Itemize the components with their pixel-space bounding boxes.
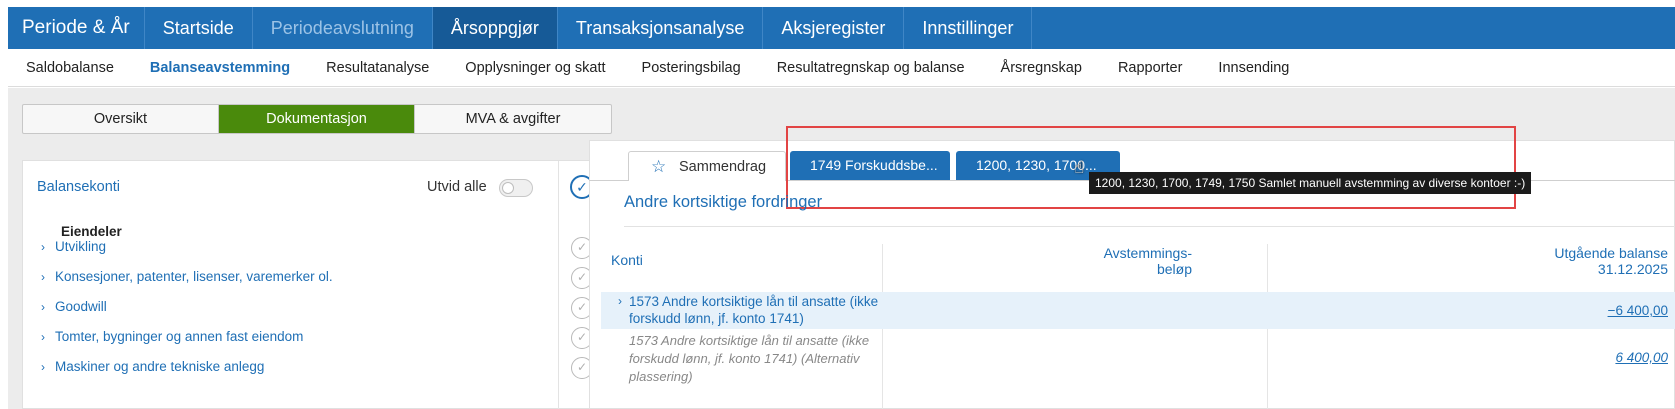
tab-tooltip: 1200, 1230, 1700, 1749, 1750 Samlet manu… [1089,172,1532,194]
account-row[interactable]: › Utvikling [41,239,106,259]
account-label: Maskiner og andre tekniske anlegg [55,359,265,374]
nav-innstillinger[interactable]: Innstillinger [904,7,1033,49]
nav-period-year[interactable]: Periode & År [8,7,145,49]
account-label: Goodwill [55,299,107,314]
account-row[interactable]: › Maskiner og andre tekniske anlegg [41,359,264,379]
row-amount-link[interactable]: 6 400,00 [1615,350,1668,365]
subnav-opplysninger[interactable]: Opplysninger og skatt [465,60,605,76]
section-heading: Eiendeler [61,224,122,239]
view-switcher: Oversikt Dokumentasjon MVA & avgifter [22,104,612,134]
nav-periodeavslutning[interactable]: Periodeavslutning [253,7,433,49]
header-line: beløp [1156,261,1192,277]
account-row[interactable]: › Tomter, bygninger og annen fast eiendom [41,329,303,349]
account-label: Tomter, bygninger og annen fast eiendom [55,329,304,344]
account-row[interactable]: › Konsesjoner, patenter, lisenser, vareme… [41,269,333,289]
panel-divider [558,161,559,409]
group-divider [624,226,1675,227]
nav-transaksjonsanalyse[interactable]: Transaksjonsanalyse [558,7,764,49]
header-konti[interactable]: Konti [611,252,643,268]
row-amount-link[interactable]: −6 400,00 [1608,303,1668,318]
subnav-saldobalanse[interactable]: Saldobalanse [26,60,114,76]
expand-all-toggle[interactable] [499,179,533,197]
accounts-panel: Balansekonti Utvid alle ✓ Eiendeler › Utv… [22,160,614,409]
tab-dokumentasjon[interactable]: Dokumentasjon [219,105,415,133]
chevron-right-icon: › [41,240,45,254]
subnav-rapporter[interactable]: Rapporter [1118,60,1182,76]
account-label: Konsesjoner, patenter, lisenser, varemer… [55,269,333,284]
header-line: Utgående balanse [1554,245,1668,261]
annotation-highlight-box [786,126,1516,209]
chevron-right-icon: › [41,270,45,284]
account-label: Utvikling [55,239,107,254]
header-utgaende-balanse[interactable]: Utgående balanse 31.12.2025 [1554,245,1668,277]
header-avstemmingsbelop[interactable]: Avstemmings- beløp [1104,245,1192,277]
header-line: Avstemmings- [1103,245,1192,261]
header-line: 31.12.2025 [1597,261,1668,277]
chevron-right-icon: › [41,360,45,374]
group-title: Andre kortsiktige fordringer [624,193,823,211]
panel-title: Balansekonti [37,179,121,195]
sub-navigation: Saldobalanse Balanseavstemming Resultata… [8,49,1675,87]
nav-arsoppgjor[interactable]: Årsoppgjør [432,7,558,49]
toggle-knob [502,182,514,194]
chevron-right-icon: › [41,330,45,344]
tab-label: Sammendrag [679,159,767,175]
subnav-arsregnskap[interactable]: Årsregnskap [1001,60,1082,76]
star-icon: ☆ [651,157,667,176]
subnav-resultatregnskap[interactable]: Resultatregnskap og balanse [777,60,965,76]
tab-oversikt[interactable]: Oversikt [23,105,219,133]
subnav-posteringsbilag[interactable]: Posteringsbilag [642,60,741,76]
subnav-resultatanalyse[interactable]: Resultatanalyse [326,60,429,76]
nav-startside[interactable]: Startside [145,7,253,49]
row-account-text: 1573 Andre kortsiktige lån til ansatte (… [629,294,879,326]
subnav-balanseavstemming[interactable]: Balanseavstemming [150,60,290,76]
chevron-right-icon: › [41,300,45,314]
subnav-innsending[interactable]: Innsending [1218,60,1289,76]
table-row: 1573 Andre kortsiktige lån til ansatte (… [629,333,870,384]
account-row[interactable]: › Goodwill [41,299,107,319]
expand-all-label: Utvid alle [427,179,487,195]
tab-mva-avgifter[interactable]: MVA & avgifter [415,105,611,133]
top-navigation: Periode & År Startside Periodeavslutning… [8,7,1675,49]
tab-sammendrag[interactable]: ☆ Sammendrag [628,151,786,181]
nav-aksjeregister[interactable]: Aksjeregister [763,7,905,49]
table-row[interactable]: › 1573 Andre kortsiktige lån til ansatte… [618,293,888,327]
chevron-right-icon[interactable]: › [618,293,622,310]
